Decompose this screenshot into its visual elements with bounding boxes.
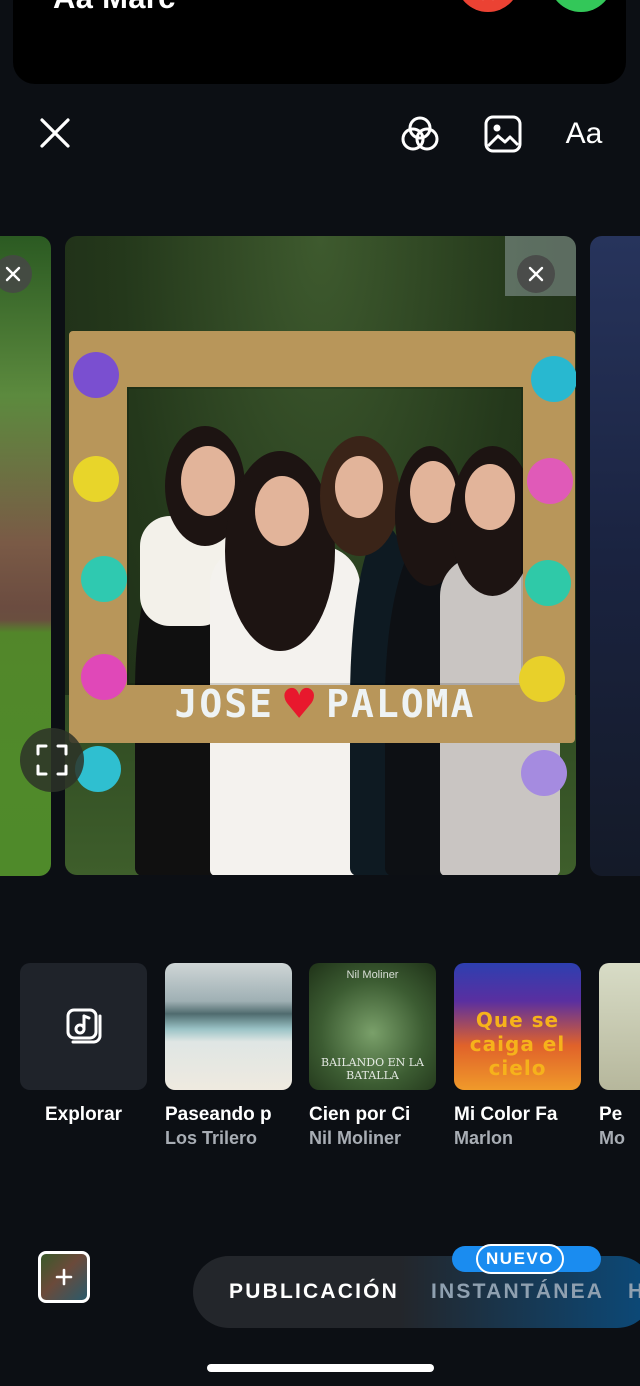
accept-call-button[interactable] [549,0,613,12]
music-explore[interactable]: Explorar [20,963,147,1126]
track-cover: Nil Moliner BAILANDO EN LA BATALLA [309,963,436,1090]
frame-word-right: PALOMA [326,682,476,726]
home-indicator[interactable] [207,1364,434,1372]
mode-tab-post[interactable]: PUBLICACIÓN [229,1280,399,1304]
track-title: Paseando p [165,1104,272,1125]
music-library-icon [66,1008,101,1043]
gallery-thumbnail-button[interactable] [38,1251,90,1303]
track-title: Cien por Ci [309,1104,411,1125]
track-title: Pe [599,1104,623,1125]
carousel-photo-selected[interactable]: JOSE ♥ PALOMA [65,236,576,875]
phone-down-icon [473,0,503,2]
track-cover: Que se caiga el cielo [454,963,581,1090]
pompom-decoration [73,456,119,502]
close-icon [40,118,70,148]
cover-caption: BAILANDO EN LA BATALLA [321,1056,424,1082]
filters-icon [401,116,439,151]
track-cover [165,963,292,1090]
track-artist: Los Trilero [165,1128,258,1148]
music-track[interactable]: Que se caiga el cielo Mi Color Fa Marlon [454,963,581,1149]
pompom-decoration [519,656,565,702]
text-tool-button[interactable]: Aa [561,112,607,156]
phone-icon [566,0,596,2]
filters-button[interactable] [398,112,442,156]
pompom-decoration [521,750,567,796]
image-icon [484,115,522,153]
add-media-button[interactable] [481,112,525,156]
track-title: Mi Color Fa [454,1104,558,1125]
photo-frame-text: JOSE ♥ PALOMA [145,676,505,732]
heart-icon: ♥ [284,675,317,733]
pompom-decoration [81,556,127,602]
track-artist: Marlon [454,1128,514,1148]
cover-caption: Que se caiga el cielo [469,1008,566,1080]
remove-photo-button[interactable] [517,255,555,293]
mode-tab-snapshot[interactable]: INSTANTÁNEA [431,1280,604,1304]
incoming-call-banner[interactable]: Aa Marc [13,0,626,84]
expand-icon [36,744,68,776]
close-icon [5,266,21,282]
pompom-decoration [531,356,576,402]
mode-tab-next[interactable]: H [628,1280,640,1304]
track-cover [599,963,640,1090]
track-artist: Nil Moliner [309,1128,402,1148]
close-icon [528,266,544,282]
plus-icon [55,1268,73,1286]
close-button[interactable] [36,114,74,152]
explore-label: Explorar [44,1104,123,1125]
music-track[interactable]: Pe Mo [599,963,640,1149]
cover-artist-text: Nil Moliner [346,969,399,981]
explore-thumb[interactable] [20,963,147,1090]
pompom-decoration [527,458,573,504]
carousel-photo-next[interactable] [590,236,640,876]
pompom-decoration [525,560,571,606]
music-track[interactable]: Paseando p Los Trilero [165,963,292,1149]
caller-name: Aa Marc [53,0,176,16]
pompom-decoration [73,352,119,398]
track-artist: Mo [599,1128,625,1148]
new-badge: NUEVO [476,1244,564,1274]
music-track[interactable]: Nil Moliner BAILANDO EN LA BATALLA Cien … [309,963,436,1149]
pompom-decoration [81,654,127,700]
frame-word-left: JOSE [174,682,275,726]
decline-call-button[interactable] [456,0,520,12]
crop-expand-button[interactable] [20,728,84,792]
